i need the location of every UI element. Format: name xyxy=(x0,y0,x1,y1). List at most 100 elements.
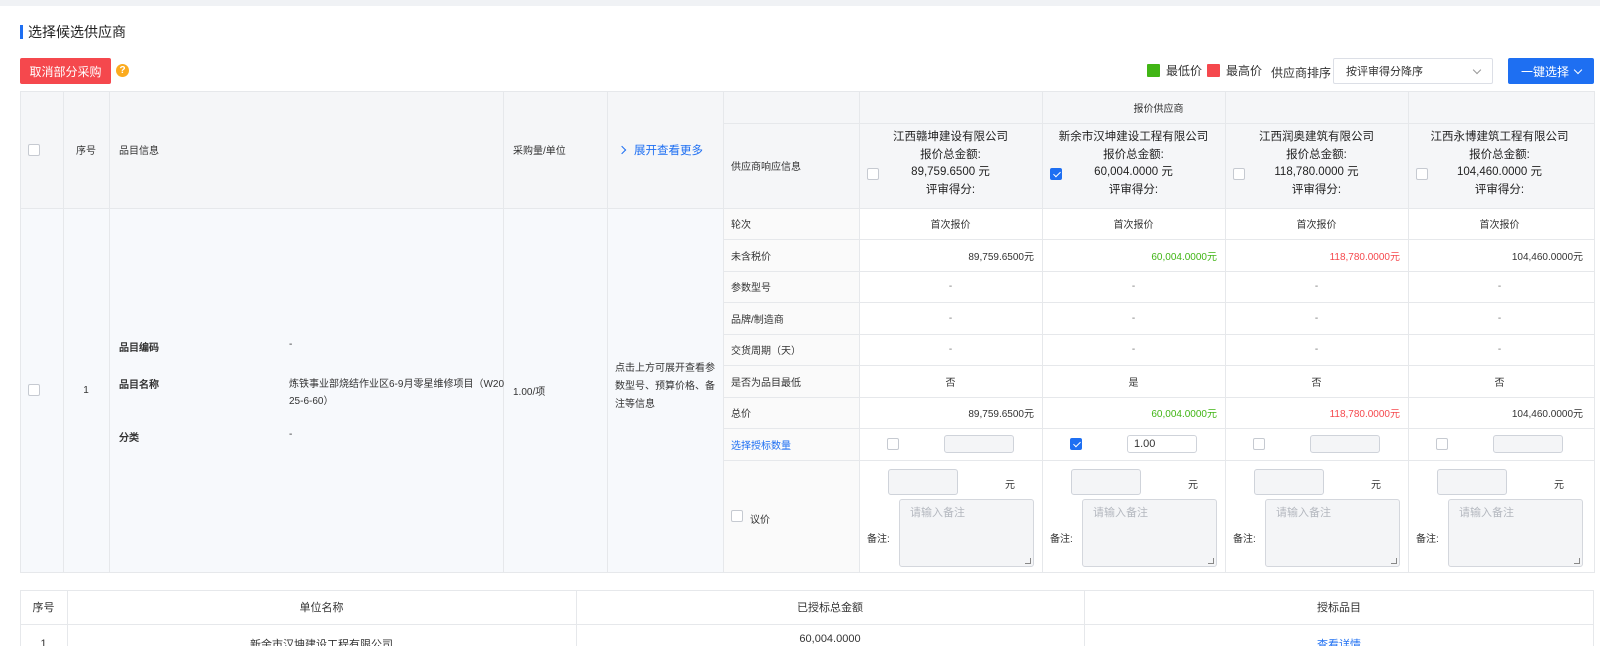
supplier-header: 江西润奥建筑有限公司 报价总金额: 118,780.0000 元评审得分: xyxy=(1225,129,1408,199)
award-qty-checkbox[interactable] xyxy=(887,438,899,450)
supplier-total-label: 报价总金额: xyxy=(1286,148,1347,161)
negotiate-price-input[interactable] xyxy=(1071,469,1141,495)
grid-line xyxy=(109,91,110,572)
lowest-price-swatch xyxy=(1147,64,1160,77)
supplier-total-value: 104,460.0000 元 xyxy=(1456,166,1543,178)
header-seq: 序号 xyxy=(76,146,96,157)
grid-line xyxy=(20,572,1595,573)
supplier-name: 新余市汉坤建设工程有限公司 xyxy=(1058,131,1209,143)
remark-textarea[interactable]: 请输入备注 xyxy=(1082,499,1217,567)
yuan-unit-label: 元 xyxy=(1554,480,1564,491)
value-is-lowest: 否 xyxy=(945,377,956,389)
grid-line xyxy=(503,91,504,572)
remark-textarea[interactable]: 请输入备注 xyxy=(1265,499,1400,567)
select-all-checkbox[interactable] xyxy=(28,144,40,156)
negotiate-price-input[interactable] xyxy=(1437,469,1507,495)
remark-textarea[interactable]: 请输入备注 xyxy=(899,499,1034,567)
supplier-header: 新余市汉坤建设工程有限公司 报价总金额: 60,004.0000 元评审得分: xyxy=(1042,129,1225,199)
award-qty-checkbox[interactable] xyxy=(1436,438,1448,450)
chevron-down-icon xyxy=(1472,65,1482,74)
legend-highest: 最高价 xyxy=(1207,62,1262,79)
supplier-score-label: 评审得分: xyxy=(1291,183,1342,196)
grid-line xyxy=(20,91,21,572)
supplier-score-label: 评审得分: xyxy=(1108,183,1159,196)
section-title: 选择候选供应商 xyxy=(20,24,126,40)
chevron-down-icon xyxy=(1573,65,1583,74)
value-brand: - xyxy=(1497,312,1502,324)
highest-price-swatch xyxy=(1207,64,1220,77)
award-qty-input[interactable] xyxy=(944,435,1014,453)
row-checkbox[interactable] xyxy=(28,384,40,396)
summary-header-amount: 已授标总金额 xyxy=(797,602,863,614)
expand-more-link[interactable]: 展开查看更多 xyxy=(617,91,719,208)
remark-label: 备注: xyxy=(867,534,890,545)
supplier-total-label: 报价总金额: xyxy=(920,148,981,161)
negotiate-price-input[interactable] xyxy=(888,469,958,495)
summary-header-items: 授标品目 xyxy=(1317,602,1361,614)
remark-label: 备注: xyxy=(1050,534,1073,545)
attr-delivery: 交货周期（天） xyxy=(731,346,801,357)
value-total: 89,759.6500元 xyxy=(968,409,1034,420)
supplier-sort-select[interactable]: 按评审得分降序 xyxy=(1333,58,1493,84)
supplier-total-value: 118,780.0000 元 xyxy=(1274,166,1359,178)
value-brand: - xyxy=(948,312,953,324)
award-qty-input[interactable] xyxy=(1493,435,1563,453)
value-delivery: - xyxy=(1131,344,1136,355)
grid-line xyxy=(723,123,1594,124)
resize-grip-icon[interactable] xyxy=(1391,558,1397,564)
summary-header-seq: 序号 xyxy=(32,602,55,614)
value-pre-tax: 60,004.0000元 xyxy=(1151,251,1217,263)
yuan-unit-label: 元 xyxy=(1005,480,1015,491)
attr-select-qty: 选择授标数量 xyxy=(731,440,791,452)
supplier-score-label: 评审得分: xyxy=(1474,183,1525,196)
value-pre-tax: 118,780.0000元 xyxy=(1329,251,1400,263)
remark-textarea[interactable]: 请输入备注 xyxy=(1448,499,1583,567)
grid-line xyxy=(1594,91,1595,572)
attr-pre-tax: 未含税价 xyxy=(731,251,771,263)
resize-grip-icon[interactable] xyxy=(1208,558,1214,564)
value-delivery: - xyxy=(948,344,953,355)
row-seq: 1 xyxy=(83,384,89,396)
summary-row-name: 新余市汉坤建设工程有限公司 xyxy=(250,639,393,646)
attr-is-lowest: 是否为品目最低 xyxy=(731,377,801,389)
award-qty-checkbox[interactable] xyxy=(1253,438,1265,450)
item-name-value: 炼铁事业部烧结作业区6-9月零星维修项目（W20 25-6-60） xyxy=(289,379,505,407)
award-qty-checkbox[interactable] xyxy=(1070,438,1082,450)
item-code-label: 品目编码 xyxy=(119,343,159,354)
summary-view-details-link[interactable]: 查看详情 xyxy=(1084,637,1594,646)
one-click-select-button[interactable]: 一键选择 xyxy=(1508,58,1594,84)
negotiate-price-input[interactable] xyxy=(1254,469,1324,495)
value-pre-tax: 104,460.0000元 xyxy=(1511,251,1583,263)
award-qty-input[interactable]: 1.00 xyxy=(1127,435,1197,453)
value-total: 104,460.0000元 xyxy=(1511,409,1583,420)
help-icon[interactable]: ? xyxy=(116,64,129,77)
award-qty-input[interactable] xyxy=(1310,435,1380,453)
resize-grip-icon[interactable] xyxy=(1025,558,1031,564)
attr-model: 参数型号 xyxy=(731,283,771,294)
grid-line xyxy=(723,91,724,572)
negotiate-checkbox[interactable] xyxy=(731,510,743,522)
supplier-total-label: 报价总金额: xyxy=(1103,148,1164,161)
item-name-label: 品目名称 xyxy=(119,380,159,391)
attr-negotiate: 议价 xyxy=(750,515,770,526)
value-total: 118,780.0000元 xyxy=(1329,409,1400,420)
header-supplier-response: 供应商响应信息 xyxy=(731,162,801,173)
title-accent-bar xyxy=(20,25,23,39)
value-total: 60,004.0000元 xyxy=(1151,409,1217,420)
cancel-partial-purchase-button[interactable]: 取消部分采购 xyxy=(20,58,111,84)
summary-divider xyxy=(20,624,1594,625)
remark-placeholder: 请输入备注 xyxy=(1093,507,1148,519)
supplier-name: 江西赣坤建设有限公司 xyxy=(893,131,1008,143)
resize-grip-icon[interactable] xyxy=(1574,558,1580,564)
grid-line xyxy=(607,91,608,572)
value-pre-tax: 89,759.6500元 xyxy=(968,251,1034,263)
summary-row-amount: 60,004.0000 xyxy=(799,633,861,645)
value-round: 首次报价 xyxy=(1113,220,1154,231)
value-round: 首次报价 xyxy=(930,220,971,231)
supplier-total-value: 89,759.6500 元 xyxy=(911,166,990,178)
remark-placeholder: 请输入备注 xyxy=(910,507,965,519)
category-value: - xyxy=(289,429,293,440)
value-round: 首次报价 xyxy=(1479,220,1520,231)
header-item-info: 品目信息 xyxy=(119,146,159,157)
value-model: - xyxy=(1314,281,1319,292)
